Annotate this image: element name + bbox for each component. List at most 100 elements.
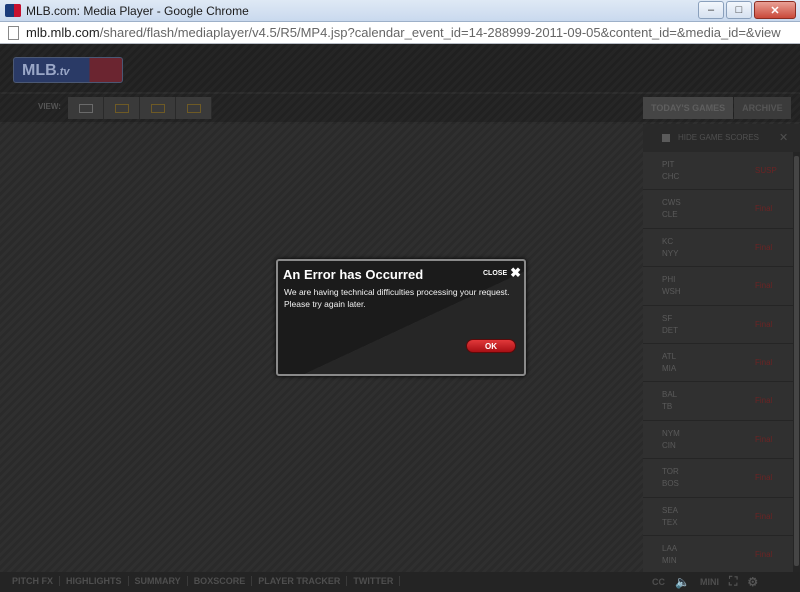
player-bottombar: PITCH FX HIGHLIGHTS SUMMARY BOXSCORE PLAYER … xyxy=(0,572,800,592)
game-status: Final xyxy=(755,204,773,214)
bottom-nav-item[interactable]: SUMMARY xyxy=(135,576,188,586)
home-team: TEX xyxy=(662,517,678,527)
home-team: CLE xyxy=(662,210,678,220)
game-status: SUSP xyxy=(755,166,777,175)
hide-scores-checkbox[interactable] xyxy=(662,134,670,142)
game-row[interactable]: KC NYY Final xyxy=(643,228,793,268)
home-team: MIN xyxy=(662,555,677,565)
view-split-button[interactable] xyxy=(140,97,176,119)
away-team: PHI xyxy=(662,275,676,285)
window-controls: – □ ✕ xyxy=(698,1,796,19)
home-team: DET xyxy=(662,325,678,335)
close-scores-icon[interactable]: ✕ xyxy=(779,131,788,144)
address-bar[interactable]: mlb.mlb.com/shared/flash/mediaplayer/v4.… xyxy=(0,22,800,44)
settings-gear-icon[interactable]: ⚙ xyxy=(747,575,758,589)
games-tabs: TODAY'S GAMES ARCHIVE xyxy=(643,97,792,119)
game-status: Final xyxy=(755,396,773,406)
pip-view-icon xyxy=(114,103,129,113)
dialog-close-label: CLOSE xyxy=(483,269,508,277)
game-row[interactable]: BAL TB Final xyxy=(643,382,793,421)
url-text[interactable]: mlb.mlb.com/shared/flash/mediaplayer/v4.… xyxy=(26,25,781,40)
url-host: mlb.mlb.com xyxy=(26,25,100,40)
split-view-icon xyxy=(150,103,165,113)
away-team: CWS xyxy=(662,198,681,208)
away-team: KC xyxy=(662,236,674,246)
player-controls: CC 🔈 MINI ⛶ ⚙ xyxy=(652,574,758,589)
home-team: BOS xyxy=(662,479,679,489)
view-quad-button[interactable] xyxy=(176,97,212,119)
url-path: /shared/flash/mediaplayer/v4.5/R5/MP4.js… xyxy=(99,25,781,40)
away-team: PIT xyxy=(662,160,675,169)
away-team: LAA xyxy=(662,543,678,553)
window-title: MLB.com: Media Player - Google Chrome xyxy=(26,4,249,18)
close-window-button[interactable]: ✕ xyxy=(754,1,796,19)
game-status: Final xyxy=(755,511,773,521)
view-pip-button[interactable] xyxy=(104,97,140,119)
game-status: Final xyxy=(755,434,773,444)
volume-icon[interactable]: 🔈 xyxy=(675,575,690,589)
game-status: Final xyxy=(755,473,773,483)
away-team: BAL xyxy=(662,390,678,400)
scrollbar-thumb[interactable] xyxy=(794,156,799,566)
game-row[interactable]: PHI WSH Final xyxy=(643,267,793,306)
game-row[interactable]: SF DET Final xyxy=(643,305,793,344)
quad-view-icon xyxy=(186,103,201,113)
games-list: PIT CHC SUSP CWS CLE Final KC NYY Final PHI WSH Fin… xyxy=(643,152,793,575)
ok-button[interactable]: OK xyxy=(466,339,516,353)
mlb-favicon-icon xyxy=(5,4,21,17)
game-row[interactable]: NYM CIN Final xyxy=(643,420,793,460)
game-status: Final xyxy=(755,549,773,559)
page-icon xyxy=(8,26,19,40)
logo-text: MLB.tv xyxy=(22,62,70,79)
game-status: Final xyxy=(755,357,773,367)
game-status: Final xyxy=(755,281,773,291)
scoreboard-sidebar: HIDE GAME SCORES ✕ PIT CHC SUSP CWS CLE Final… xyxy=(643,124,800,575)
away-team: SF xyxy=(662,313,673,323)
game-row[interactable]: CWS CLE Final xyxy=(643,190,793,229)
away-team: NYM xyxy=(662,428,680,438)
tab-todays-games[interactable]: TODAY'S GAMES xyxy=(643,97,734,119)
away-team: TOR xyxy=(662,467,679,477)
close-x-icon: ✖ xyxy=(510,265,522,280)
home-team: NYY xyxy=(662,248,679,258)
error-dialog: An Error has Occurred CLOSE ✖ We are hav… xyxy=(276,259,526,376)
home-team: MIA xyxy=(662,363,677,373)
away-team: SEA xyxy=(662,505,679,515)
home-team: CIN xyxy=(662,440,676,450)
game-row[interactable]: ATL MIA Final xyxy=(643,343,793,383)
home-team: TB xyxy=(662,402,673,412)
bottom-nav-item[interactable]: HIGHLIGHTS xyxy=(66,576,129,586)
dialog-title: An Error has Occurred xyxy=(283,267,424,282)
view-label: VIEW: xyxy=(38,102,61,111)
maximize-button[interactable]: □ xyxy=(726,1,752,19)
away-team: ATL xyxy=(662,351,677,361)
game-row[interactable]: SEA TEX Final xyxy=(643,497,793,536)
window-titlebar: MLB.com: Media Player - Google Chrome – … xyxy=(0,0,800,22)
home-team: CHC xyxy=(662,172,680,181)
hide-scores-label: HIDE GAME SCORES xyxy=(678,133,759,142)
bottom-nav: PITCH FX HIGHLIGHTS SUMMARY BOXSCORE PLAYER … xyxy=(12,576,401,586)
single-view-icon xyxy=(78,103,93,113)
mlb-tv-logo[interactable]: MLB.tv xyxy=(13,57,123,83)
player-topbar: MLB.tv xyxy=(0,44,800,92)
dialog-message: We are having technical difficulties pro… xyxy=(284,287,510,309)
bottom-nav-item[interactable]: PITCH FX xyxy=(12,576,61,586)
bottom-nav-item[interactable]: BOXSCORE xyxy=(194,576,253,586)
tab-archive[interactable]: ARCHIVE xyxy=(734,97,791,119)
minimize-button[interactable]: – xyxy=(698,1,724,19)
fullscreen-icon[interactable]: ⛶ xyxy=(729,574,737,589)
bottom-nav-item[interactable]: TWITTER xyxy=(353,576,401,586)
view-single-button[interactable] xyxy=(68,97,104,119)
scores-header: HIDE GAME SCORES ✕ xyxy=(643,124,800,152)
bottom-nav-item[interactable]: PLAYER TRACKER xyxy=(258,576,348,586)
game-status: Final xyxy=(755,242,773,252)
mini-button[interactable]: MINI xyxy=(700,577,719,587)
game-row[interactable]: LAA MIN Final xyxy=(643,535,793,575)
game-status: Final xyxy=(755,319,773,329)
cc-button[interactable]: CC xyxy=(652,577,665,587)
game-row[interactable]: PIT CHC SUSP xyxy=(643,152,793,191)
game-row[interactable]: TOR BOS Final xyxy=(643,459,793,498)
dialog-close-button[interactable]: CLOSE ✖ xyxy=(483,265,521,281)
view-mode-buttons xyxy=(68,97,212,119)
home-team: WSH xyxy=(662,287,681,297)
